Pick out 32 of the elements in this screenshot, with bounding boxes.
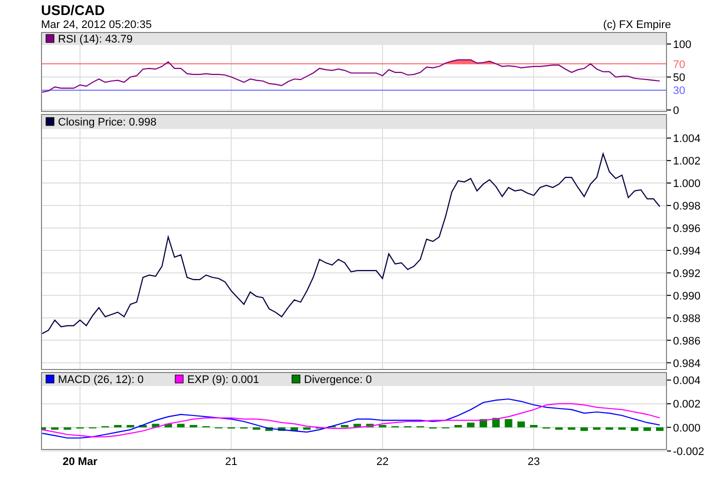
legend-label: RSI (14): 43.79 [58, 34, 133, 46]
axis-label: 0.990 [673, 290, 701, 302]
axis-label: 0.998 [673, 200, 701, 212]
axis-label: 0.992 [673, 268, 701, 280]
axis-label: 21 [225, 456, 238, 468]
legend-label: MACD (26, 12): 0 [58, 374, 144, 386]
timestamp: Mar 24, 2012 05:20:35 [41, 18, 152, 32]
axis-label: 0.004 [673, 375, 701, 388]
axis-label: 30 [673, 85, 686, 98]
axis-label: 23 [528, 456, 540, 468]
copyright-notice: (c) FX Empire [603, 18, 671, 32]
axis-label: 0.000 [673, 422, 701, 434]
legend-label: Divergence: 0 [304, 374, 372, 386]
axis-label: -0.002 [673, 446, 704, 458]
chart-title: USD/CAD [40, 1, 106, 18]
axis-label: 50 [673, 72, 686, 84]
axis-label: 0.986 [673, 335, 701, 348]
axis-label: 1.002 [673, 156, 701, 168]
axis-label: 0.984 [673, 358, 701, 370]
axis-label: 0.988 [673, 312, 701, 325]
legend-label: Closing Price: 0.998 [58, 116, 156, 128]
axis-label: 1.004 [673, 133, 701, 146]
axis-label: 0.994 [673, 245, 701, 258]
axis-label: 0.002 [673, 398, 701, 411]
axis-label: 100 [673, 39, 692, 51]
legend-label: EXP (9): 0.001 [187, 374, 260, 386]
axis-label: 0.996 [673, 222, 701, 235]
axis-label: 70 [673, 58, 686, 71]
axis-label: 0 [673, 105, 680, 114]
axis-label: 22 [376, 456, 389, 468]
axis-label: 20 Mar [62, 456, 98, 468]
axis-label: 1.000 [673, 178, 701, 190]
